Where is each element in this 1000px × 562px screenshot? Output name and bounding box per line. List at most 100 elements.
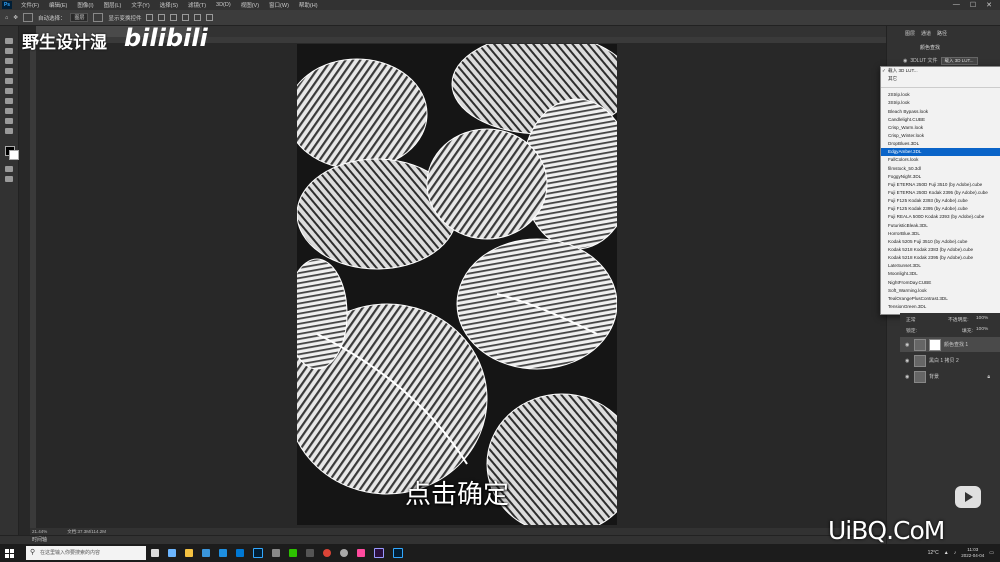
lasso-tool-icon[interactable] (5, 58, 13, 64)
app-icon[interactable] (271, 549, 280, 557)
dropdown-item[interactable]: TensionGreen.3DL (881, 303, 1000, 311)
layer-row[interactable]: ◉ 颜色查找 1 (900, 337, 1000, 352)
document-info[interactable]: 文档:37.3M/114.2M (67, 529, 106, 535)
home-icon[interactable]: ⌂ (5, 15, 8, 21)
photoshop-logo-icon[interactable]: Ps (2, 1, 12, 9)
document-image[interactable] (297, 44, 617, 525)
app-icon[interactable] (356, 549, 365, 557)
blend-mode-select[interactable]: 正常 (906, 316, 916, 323)
tab-layers[interactable]: 图层 (905, 30, 915, 37)
notification-icon[interactable]: ▭ (989, 550, 994, 556)
fill-value[interactable]: 100% (976, 327, 988, 332)
dropdown-item[interactable]: Crisp_Warm.look (881, 124, 1000, 132)
layer-mode-select[interactable]: 图层 (70, 13, 89, 22)
mail-icon[interactable] (201, 549, 210, 557)
widgets-icon[interactable] (167, 549, 176, 557)
store-icon[interactable] (235, 549, 244, 557)
opacity-value[interactable]: 100% (976, 316, 988, 321)
brush-tool-icon[interactable] (5, 98, 13, 104)
dropdown-item[interactable]: FoggyNight.3DL (881, 173, 1000, 181)
dropdown-item[interactable]: LateSunset.3DL (881, 262, 1000, 270)
clock[interactable]: 11:03 2022-04-04 (961, 547, 984, 559)
align-center-icon[interactable] (158, 14, 166, 21)
background-color-swatch[interactable] (9, 150, 19, 160)
layer-name[interactable]: 背景 (929, 373, 939, 380)
quick-select-tool-icon[interactable] (5, 68, 13, 74)
weather-text[interactable]: 12°C (928, 550, 939, 556)
menu-help[interactable]: 帮助(H) (294, 1, 323, 9)
dropdown-item[interactable]: 2Strip.look (881, 91, 1000, 99)
menu-layer[interactable]: 图层(L) (99, 1, 127, 9)
quick-mask-icon[interactable] (5, 166, 13, 172)
maximize-icon[interactable]: ☐ (970, 1, 976, 9)
eye-icon[interactable]: ◉ (905, 358, 911, 364)
move-tool-icon[interactable]: ✥ (13, 15, 18, 21)
dropdown-item[interactable]: filmstock_50.3dl (881, 165, 1000, 173)
photoshop-active-icon[interactable] (392, 548, 403, 558)
move-tool-icon[interactable] (5, 38, 13, 44)
menu-view[interactable]: 视图(V) (236, 1, 264, 9)
eye-icon[interactable]: ◉ (905, 374, 911, 380)
dropdown-item[interactable]: Fuji REALA 500D Kodak 2393 (by Adobe).cu… (881, 213, 1000, 221)
dropdown-item[interactable]: Kodak 5218 Kodak 2395 (by Adobe).cube (881, 254, 1000, 262)
crop-tool-icon[interactable] (5, 78, 13, 84)
dropdown-item-load[interactable]: 载入 3D LUT... (881, 67, 1000, 75)
menu-file[interactable]: 文件(F) (16, 1, 44, 9)
dropdown-item[interactable]: Kodak 5218 Kodak 2383 (by Adobe).cube (881, 246, 1000, 254)
dropdown-item[interactable]: HorrorBlue.3DL (881, 230, 1000, 238)
pen-tool-icon[interactable] (5, 118, 13, 124)
dropdown-item[interactable]: FallColors.look (881, 156, 1000, 164)
tab-paths[interactable]: 路径 (937, 30, 947, 37)
menu-3d[interactable]: 3D(D) (211, 2, 236, 8)
dropdown-item[interactable]: DropBlues.3DL (881, 140, 1000, 148)
dropdown-item[interactable]: Fuji F125 Kodak 2395 (by Adobe).cube (881, 205, 1000, 213)
menu-type[interactable]: 文字(Y) (126, 1, 154, 9)
menu-filter[interactable]: 滤镜(T) (183, 1, 211, 9)
tab-channels[interactable]: 通道 (921, 30, 931, 37)
dropdown-item[interactable]: EdgyAmber.3DL (881, 148, 1000, 157)
layer-row[interactable]: ◉ 黑白 1 拷贝 2 (900, 353, 1000, 368)
align-right-icon[interactable] (170, 14, 178, 21)
dropdown-item[interactable]: Fuji ETERNA 250D Fuji 3510 (by Adobe).cu… (881, 181, 1000, 189)
chrome-icon[interactable] (322, 549, 331, 557)
align-left-icon[interactable] (146, 14, 154, 21)
photoshop-icon[interactable] (252, 548, 263, 558)
task-view-icon[interactable] (150, 549, 159, 557)
dropdown-item-other[interactable]: 其它 (881, 75, 1000, 83)
volume-icon[interactable]: ♪ (954, 550, 957, 556)
close-icon[interactable]: ✕ (986, 1, 992, 9)
windows-start-icon[interactable] (0, 544, 18, 562)
file-explorer-icon[interactable] (184, 549, 193, 557)
align-middle-icon[interactable] (194, 14, 202, 21)
app-icon[interactable] (305, 549, 314, 557)
dropdown-item[interactable]: Candlelight.CUBE (881, 116, 1000, 124)
dropdown-item[interactable]: TealOrangePlusContrast.3DL (881, 295, 1000, 303)
edge-icon[interactable] (218, 549, 227, 557)
layer-name[interactable]: 黑白 1 拷贝 2 (929, 357, 959, 364)
radio-icon[interactable]: ◉ (903, 58, 907, 64)
after-effects-icon[interactable] (373, 548, 384, 558)
zoom-level[interactable]: 21.44% (32, 529, 47, 534)
align-top-icon[interactable] (182, 14, 190, 21)
menu-window[interactable]: 窗口(W) (264, 1, 294, 9)
dropdown-item[interactable]: Soft_Warming.look (881, 287, 1000, 295)
dropdown-item[interactable]: NightFromDay.CUBE (881, 279, 1000, 287)
eraser-tool-icon[interactable] (5, 108, 13, 114)
dropdown-item[interactable]: 3Strip.look (881, 99, 1000, 107)
dropdown-item[interactable]: Fuji F125 Kodak 2393 (by Adobe).cube (881, 197, 1000, 205)
eye-icon[interactable]: ◉ (905, 342, 911, 348)
hand-tool-icon[interactable] (5, 128, 13, 134)
eyedropper-tool-icon[interactable] (5, 88, 13, 94)
app-icon[interactable] (339, 549, 348, 557)
wechat-icon[interactable] (288, 549, 297, 557)
taskbar-search-input[interactable]: 在这里输入你要搜索的内容 (26, 546, 146, 560)
auto-select-checkbox[interactable] (22, 13, 33, 22)
dropdown-item[interactable]: Fuji ETERNA 250D Kodak 2395 (by Adobe).c… (881, 189, 1000, 197)
lut-select[interactable]: 载入 3D LUT... (940, 56, 978, 65)
screen-mode-icon[interactable] (5, 176, 13, 182)
bilibili-play-icon[interactable] (955, 486, 981, 508)
show-transform-checkbox[interactable] (93, 13, 104, 22)
dropdown-item[interactable]: FuturisticBleak.3DL (881, 222, 1000, 230)
align-bottom-icon[interactable] (206, 14, 214, 21)
dropdown-item[interactable]: Moonlight.3DL (881, 270, 1000, 278)
